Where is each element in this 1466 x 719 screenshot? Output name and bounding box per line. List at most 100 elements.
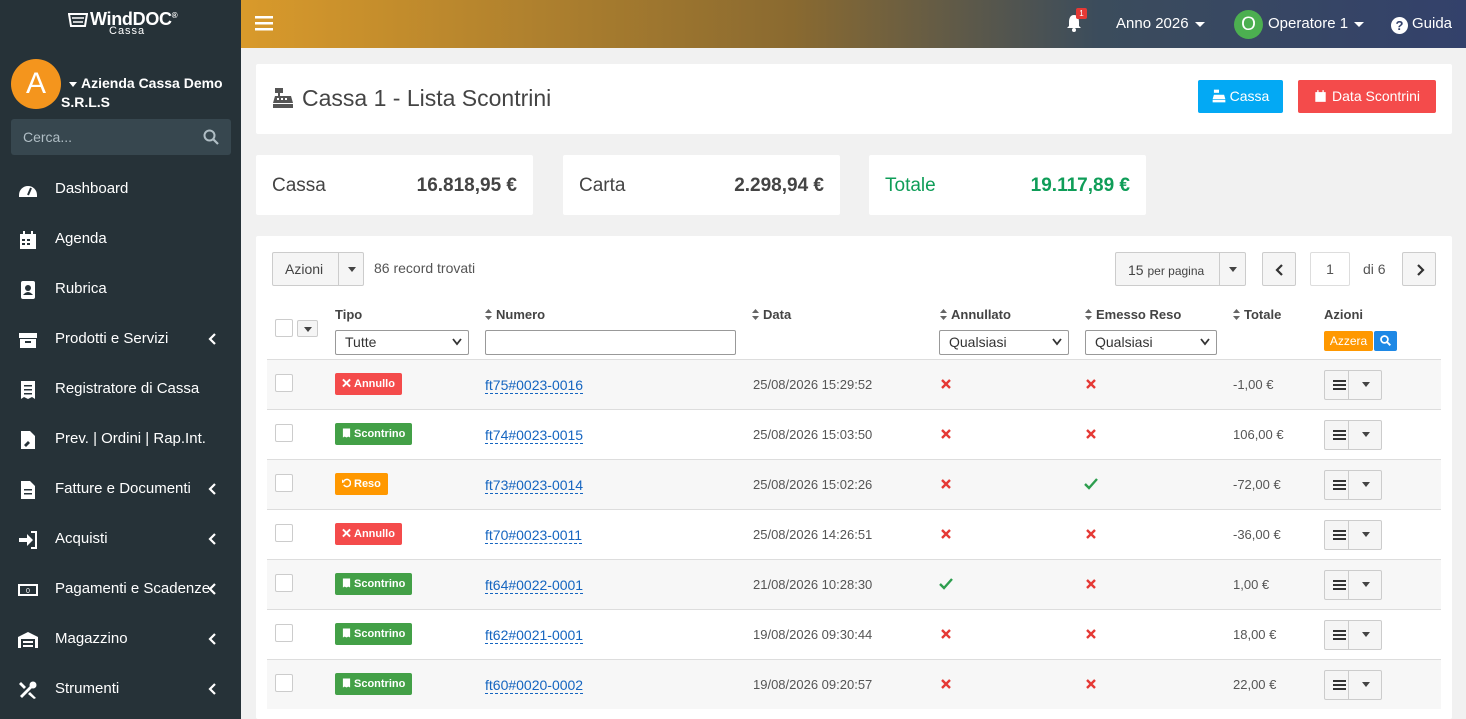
search-input[interactable] [11, 119, 201, 155]
chevron-down-icon [1200, 338, 1210, 346]
sidebar-item-agenda[interactable]: Agenda [0, 215, 241, 265]
data-scontrini-button[interactable]: Data Scontrini [1298, 80, 1436, 113]
sidebar-item-preventivi-ordini[interactable]: Prev. | Ordini | Rap.Int. [0, 415, 241, 465]
sidebar-item-strumenti[interactable]: Strumenti [0, 665, 241, 715]
cross-icon [1085, 627, 1097, 639]
column-header-totale[interactable]: Totale [1233, 307, 1281, 322]
company-name: Azienda Cassa Demo [81, 75, 223, 91]
filter-annullato-select[interactable]: Qualsiasi [939, 330, 1069, 355]
sidebar-item-registratore-cassa[interactable]: Registratore di Cassa [0, 365, 241, 415]
caret-down-icon [1361, 582, 1370, 587]
hamburger-menu-icon[interactable] [255, 14, 273, 32]
row-checkbox[interactable] [275, 374, 293, 392]
table-row[interactable]: Annullo ft70#0023-0011 25/08/2026 14:26:51… [267, 509, 1441, 559]
sidebar-item-rubrica[interactable]: Rubrica [0, 265, 241, 315]
company-avatar[interactable]: A [11, 59, 61, 109]
operator-avatar[interactable]: O [1234, 10, 1263, 39]
select-options-dropdown[interactable] [297, 320, 318, 337]
table-row[interactable]: Reso ft73#0023-0014 25/08/2026 15:02:26 -72… [267, 459, 1441, 509]
company-selector[interactable]: Azienda Cassa Demo S.R.L.S [61, 74, 239, 110]
caret-down-icon [1361, 482, 1370, 487]
filter-numero-input[interactable] [485, 330, 736, 355]
row-actions-button[interactable] [1324, 520, 1382, 550]
row-actions-dropdown[interactable] [1348, 371, 1382, 399]
file-icon [21, 481, 35, 499]
row-checkbox[interactable] [275, 674, 293, 692]
list-icon [1333, 480, 1346, 490]
row-actions-dropdown[interactable] [1348, 421, 1382, 449]
year-selector[interactable]: Anno 2026 [1116, 15, 1205, 32]
row-checkbox[interactable] [275, 574, 293, 592]
receipt-number-link[interactable]: ft70#0023-0011 [485, 527, 583, 544]
page-input[interactable]: 1 [1310, 252, 1350, 286]
winddoc-logo[interactable]: WindDOC® Cassa [68, 9, 178, 37]
list-icon [1333, 380, 1346, 390]
next-page-button[interactable] [1402, 252, 1436, 286]
reset-filters-button[interactable]: Azzera [1324, 331, 1373, 351]
column-header-numero[interactable]: Numero [485, 307, 545, 322]
cross-icon [1085, 677, 1097, 689]
sidebar-item-prodotti-servizi[interactable]: Prodotti e Servizi [0, 315, 241, 365]
column-header-data[interactable]: Data [752, 307, 791, 322]
sidebar-item-acquisti[interactable]: Acquisti [0, 515, 241, 565]
apply-filters-button[interactable] [1374, 331, 1397, 351]
notification-badge: 1 [1076, 8, 1087, 19]
table-row[interactable]: Annullo ft75#0023-0016 25/08/2026 15:29:52… [267, 359, 1441, 409]
logo-subtitle: Cassa [109, 25, 146, 37]
receipt-number-link[interactable]: ft73#0023-0014 [485, 477, 584, 494]
row-checkbox[interactable] [275, 474, 293, 492]
sort-icon [485, 309, 492, 320]
row-actions-button[interactable] [1324, 420, 1382, 450]
row-actions-button[interactable] [1324, 620, 1382, 650]
receipt-number-link[interactable]: ft64#0022-0001 [485, 577, 584, 594]
row-actions-button[interactable] [1324, 570, 1382, 600]
operator-menu[interactable]: Operatore 1 [1268, 15, 1365, 32]
row-actions-dropdown[interactable] [1348, 621, 1382, 649]
receipt-number-link[interactable]: ft60#0020-0002 [485, 677, 584, 694]
help-link[interactable]: ? Guida [1391, 15, 1452, 34]
row-checkbox[interactable] [275, 424, 293, 442]
sort-icon [752, 309, 759, 320]
list-icon [1333, 680, 1346, 690]
receipt-number-link[interactable]: ft75#0023-0016 [485, 377, 584, 394]
table-row[interactable]: Scontrino ft74#0023-0015 25/08/2026 15:03:… [267, 409, 1441, 459]
table-row[interactable]: Scontrino ft60#0020-0002 19/08/2026 09:20:… [267, 659, 1441, 709]
prev-page-button[interactable] [1262, 252, 1296, 286]
sidebar-item-magazzino[interactable]: Magazzino [0, 615, 241, 665]
type-badge: Scontrino [335, 623, 413, 645]
receipt-number-link[interactable]: ft74#0023-0015 [485, 427, 584, 444]
search-icon[interactable] [203, 129, 219, 145]
row-actions-button[interactable] [1324, 370, 1382, 400]
sidebar-item-dashboard[interactable]: Dashboard [0, 165, 241, 215]
row-actions-dropdown[interactable] [1348, 671, 1382, 699]
filter-emesso-reso-select[interactable]: Qualsiasi [1085, 330, 1217, 355]
row-actions-button[interactable] [1324, 470, 1382, 500]
table-row[interactable]: Scontrino ft62#0021-0001 19/08/2026 09:30:… [267, 609, 1441, 659]
row-checkbox[interactable] [275, 624, 293, 642]
row-checkbox[interactable] [275, 524, 293, 542]
row-actions-button[interactable] [1324, 670, 1382, 700]
sidebar-item-fatture-documenti[interactable]: Fatture e Documenti [0, 465, 241, 515]
cross-icon [1085, 577, 1097, 589]
cassa-button[interactable]: Cassa [1198, 80, 1283, 113]
select-all-checkbox[interactable] [275, 319, 293, 337]
stat-card-totale: Totale 19.117,89 € [869, 155, 1146, 215]
bulk-actions-button[interactable]: Azioni [272, 252, 364, 286]
row-actions-dropdown[interactable] [1348, 471, 1382, 499]
receipt-number-link[interactable]: ft62#0021-0001 [485, 627, 584, 644]
row-actions-dropdown[interactable] [1348, 571, 1382, 599]
type-badge: Annullo [335, 523, 402, 545]
bulk-actions-dropdown[interactable] [338, 253, 364, 285]
per-page-dropdown[interactable] [1219, 253, 1246, 285]
column-header-annullato[interactable]: Annullato [940, 307, 1011, 322]
search-icon [1380, 335, 1391, 346]
row-actions-dropdown[interactable] [1348, 521, 1382, 549]
caret-down-icon [1361, 382, 1370, 387]
column-header-emesso-reso[interactable]: Emesso Reso [1085, 307, 1181, 322]
table-row[interactable]: Scontrino ft64#0022-0001 21/08/2026 10:28:… [267, 559, 1441, 609]
receipt-icon [21, 381, 35, 399]
filter-tipo-select[interactable]: Tutte [335, 330, 469, 355]
times-icon [342, 378, 351, 388]
sidebar-item-pagamenti-scadenze[interactable]: 0 Pagamenti e Scadenze [0, 565, 241, 615]
per-page-select[interactable]: 15 per pagina [1115, 252, 1246, 286]
